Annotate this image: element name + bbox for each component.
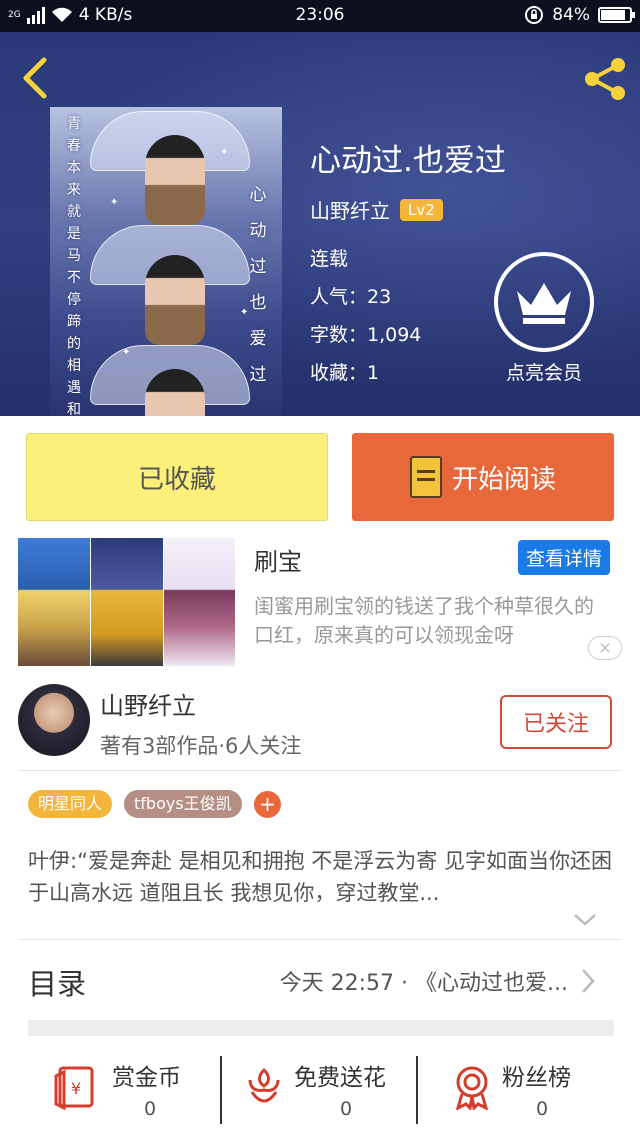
reward-coins-button[interactable]: ¥ 赏金币 0	[54, 1050, 214, 1130]
cover-sparkle: ✦	[220, 147, 229, 158]
divider	[18, 939, 622, 940]
author-line: 山野纤立 Lv2	[310, 195, 443, 224]
ad-image	[18, 538, 90, 666]
vip-circle	[494, 252, 594, 352]
cover-sparkle: ✦	[122, 347, 131, 358]
chevron-right-icon	[582, 969, 595, 993]
tag-star-fanfic[interactable]: 明星同人	[28, 790, 113, 818]
toc-label: 目录	[28, 967, 87, 1001]
back-icon[interactable]	[16, 54, 56, 102]
fan-ranking-button[interactable]: 粉丝榜 0	[452, 1050, 592, 1130]
follow-button[interactable]: 已关注	[500, 695, 612, 749]
status-right: 84%	[524, 5, 635, 25]
separator	[220, 1056, 222, 1124]
word-count: 字数：1,094	[310, 324, 422, 346]
free-flower-value: 0	[340, 1098, 353, 1120]
fan-ranking-label: 粉丝榜	[502, 1065, 571, 1091]
follow-label: 已关注	[522, 712, 589, 737]
bottom-bar: ¥ 赏金币 0 免费送花 0 粉丝榜 0	[0, 1050, 640, 1138]
ad-close-button[interactable]: ×	[588, 636, 622, 660]
popularity: 人气：23	[310, 286, 392, 308]
free-flower-label: 免费送花	[294, 1065, 386, 1091]
serial-status: 连载	[310, 248, 349, 270]
flower-icon	[248, 1067, 280, 1103]
section-separator	[28, 1020, 614, 1036]
ad-image	[91, 538, 163, 666]
cover-text-left: 青春本来就是马不停蹄的相遇和告	[67, 116, 81, 416]
start-reading-label: 开始阅读	[451, 464, 556, 495]
free-flower-button[interactable]: 免费送花 0	[244, 1050, 414, 1130]
ad-details-button[interactable]: 查看详情	[517, 540, 610, 575]
collected-button[interactable]: 已收藏	[26, 433, 328, 521]
latest-chapter: 今天 22:57 · 《心动过也爱...	[279, 971, 568, 996]
medal-icon	[455, 1066, 489, 1110]
tag-tfboys[interactable]: tfboys王俊凯	[124, 790, 242, 818]
ad-image	[164, 538, 235, 666]
book-title: 心动过.也爱过	[310, 143, 506, 179]
battery-percent: 84%	[552, 5, 590, 25]
level-badge: Lv2	[400, 198, 443, 221]
book-cover[interactable]: ✦ ✦ ✦ ✦ 青春本来就是马不停蹄的相遇和告 心动过也爱过	[50, 107, 282, 416]
crown-icon	[517, 283, 571, 324]
status-bar: 2G 4 KB/s 23:06 84%	[0, 0, 640, 32]
add-tag-button[interactable]: +	[254, 791, 281, 818]
vip-label: 点亮会员	[505, 362, 582, 384]
cover-figure	[145, 255, 205, 345]
cover-sparkle: ✦	[110, 197, 119, 208]
author-avatar[interactable]	[18, 684, 90, 756]
cover-text-right: 心动过也爱过	[249, 185, 267, 385]
vip-button[interactable]: 点亮会员	[492, 252, 596, 385]
ad-description: 闺蜜用刷宝领的钱送了我个种草很久的口红，原来真的可以领现金呀	[254, 594, 594, 647]
cover-figure	[145, 135, 205, 225]
start-reading-button[interactable]: 开始阅读	[352, 433, 614, 521]
author-name[interactable]: 山野纤立	[310, 195, 390, 224]
reward-coins-label: 赏金币	[112, 1065, 181, 1091]
ad-banner[interactable]: 刷宝 查看详情 闺蜜用刷宝领的钱送了我个种草很久的口红，原来真的可以领现金呀 ×	[18, 538, 622, 668]
book-icon	[409, 456, 442, 498]
battery-fill	[601, 10, 625, 20]
coin-envelope-icon: ¥	[54, 1066, 94, 1110]
author-meta: 著有3部作品·6人关注	[100, 734, 302, 758]
chevron-down-icon[interactable]	[572, 910, 598, 930]
author-row-name[interactable]: 山野纤立	[100, 686, 196, 721]
ad-title: 刷宝	[254, 548, 302, 576]
share-icon[interactable]	[580, 54, 630, 104]
separator	[416, 1056, 418, 1124]
rotation-lock-icon	[525, 6, 544, 24]
collected-label: 已收藏	[137, 464, 216, 495]
fan-ranking-value: 0	[536, 1098, 549, 1120]
table-of-contents[interactable]: 目录 今天 22:57 · 《心动过也爱...	[28, 955, 614, 1007]
reward-coins-value: 0	[144, 1098, 157, 1120]
divider	[18, 770, 622, 771]
book-summary: 叶伊:“爱是奔赴 是相见和拥抱 不是浮云为寄 见字如面当你还困于山高水远 道阻且…	[28, 849, 612, 905]
battery-icon	[598, 7, 635, 23]
book-header: ✦ ✦ ✦ ✦ 青春本来就是马不停蹄的相遇和告 心动过也爱过 心动过.也爱过 山…	[0, 32, 640, 416]
svg-text:¥: ¥	[71, 1079, 81, 1098]
favorites-count: 收藏：1	[310, 362, 380, 384]
